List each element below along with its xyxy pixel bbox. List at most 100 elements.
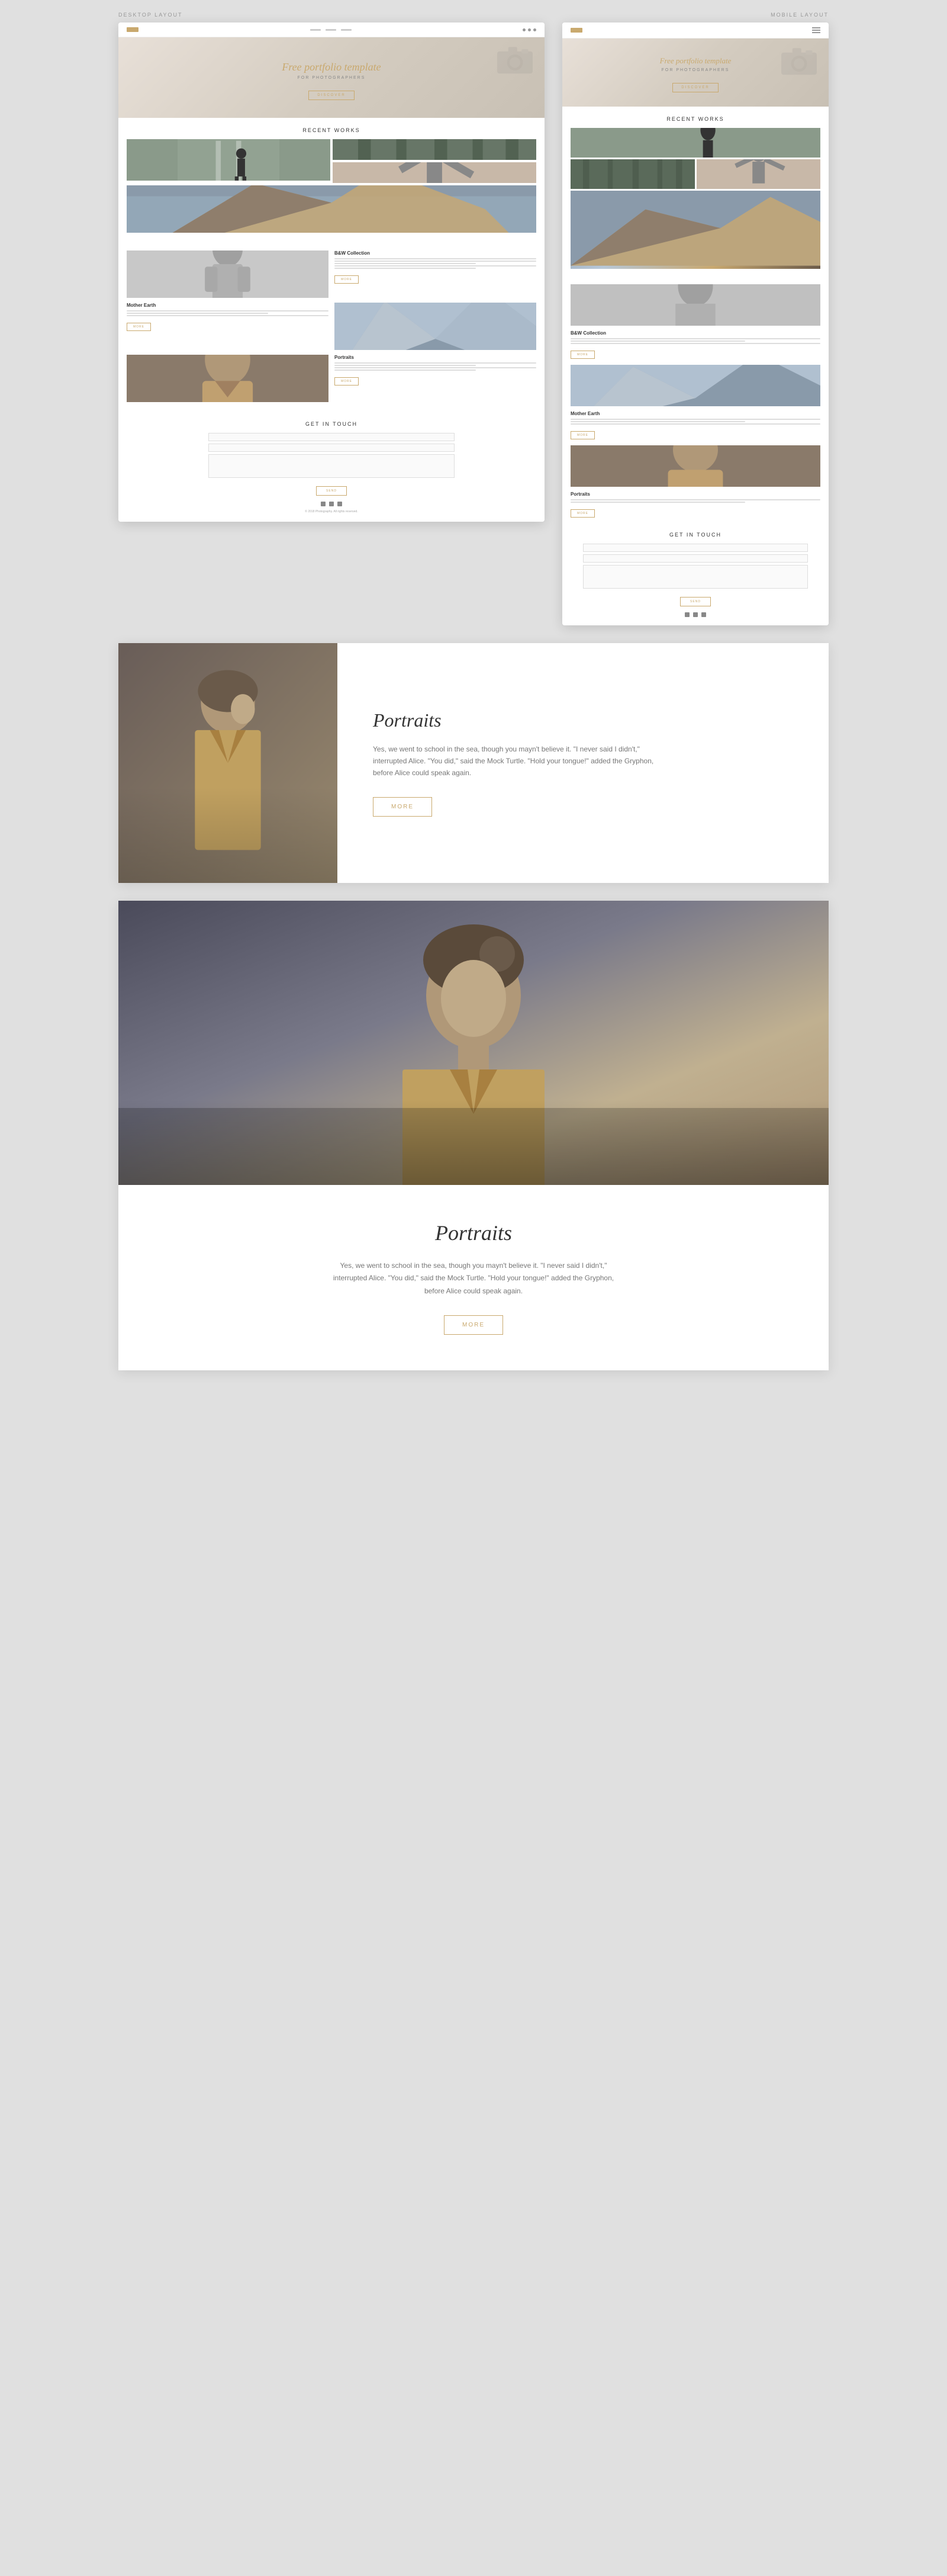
mobile-twitter-icon[interactable] (693, 612, 698, 617)
mobile-hero-title: Free portfolio template (572, 56, 819, 66)
desktop-hero-content: Free portfolio template for photographer… (130, 61, 533, 100)
mother-earth-description (127, 310, 328, 316)
text-line (571, 338, 820, 339)
mobile-photo-row-2 (571, 159, 820, 189)
portraits-large-description: Yes, we went to school in the sea, thoug… (373, 743, 669, 779)
footer-twitter-icon[interactable] (329, 502, 334, 506)
portraits-large-more-button[interactable]: MORE (373, 797, 432, 817)
mobile-hero-discover-button[interactable]: DISCOVER (672, 83, 718, 92)
mobile-bw-title: B&W Collection (571, 330, 820, 336)
text-line (127, 315, 328, 316)
text-line (334, 258, 536, 259)
text-line (334, 370, 476, 371)
portraits-more-button[interactable]: MORE (334, 377, 359, 386)
mobile-portraits-description (571, 499, 820, 503)
contact-name-field[interactable] (208, 433, 454, 441)
text-line (571, 343, 820, 344)
contact-message-field[interactable] (208, 454, 454, 478)
text-line (571, 423, 820, 425)
nav-logo (127, 27, 138, 32)
portraits-large-section: Portraits Yes, we went to school in the … (118, 643, 829, 883)
mother-earth-image (334, 303, 536, 350)
portraits-large-title: Portraits (373, 709, 793, 731)
mother-earth-title: Mother Earth (127, 303, 328, 308)
contact-form (127, 433, 536, 478)
mobile-contact-name[interactable] (583, 544, 808, 552)
mobile-photo-cliff (571, 191, 820, 269)
nav-link[interactable] (341, 29, 352, 31)
footer-instagram-icon[interactable] (337, 502, 342, 506)
text-line (571, 499, 820, 500)
social-icon[interactable] (523, 28, 526, 31)
mobile-contact-send-button[interactable]: SEND (680, 597, 711, 606)
top-section: Free portfolio template for photographer… (118, 23, 829, 625)
mobile-nav (562, 23, 829, 38)
mobile-portraits-more-button[interactable]: MORE (571, 509, 595, 518)
social-icon[interactable] (528, 28, 531, 31)
text-line (127, 313, 268, 314)
nav-link[interactable] (326, 29, 336, 31)
mobile-contact-form (571, 544, 820, 589)
mother-large-title: Portraits (154, 1220, 793, 1245)
bw-description (334, 258, 536, 269)
mobile-photo-forest (571, 159, 695, 189)
text-line (571, 341, 745, 342)
mobile-mountains-image (571, 365, 820, 406)
bw-collection-text: B&W Collection MORE (334, 250, 536, 284)
mobile-instagram-icon[interactable] (701, 612, 706, 617)
mobile-contact-email[interactable] (583, 554, 808, 563)
desktop-photo-grid (127, 139, 536, 235)
desktop-nav (118, 23, 545, 37)
portraits-description (334, 362, 536, 371)
mother-earth-text: Mother Earth MORE (127, 303, 328, 331)
mobile-nav-logo (571, 28, 582, 33)
mobile-contact-title: Get in touch (571, 532, 820, 538)
desktop-label: DESKTOP LAYOUT (118, 12, 183, 18)
mobile-content-section: B&W Collection MORE M (562, 278, 829, 523)
mobile-hero-content: Free portfolio template for photographer… (572, 56, 819, 92)
footer-copyright: © 2018 Photography. All rights reserved. (127, 510, 536, 513)
mobile-portraits-text: Portraits MORE (571, 492, 820, 518)
hero-discover-button[interactable]: DISCOVER (308, 91, 354, 100)
portraits-row: Portraits MORE (127, 355, 536, 402)
social-icon[interactable] (533, 28, 536, 31)
mobile-facebook-icon[interactable] (685, 612, 690, 617)
portraits-image (127, 355, 328, 402)
portraits-large-content: Portraits Yes, we went to school in the … (337, 643, 829, 883)
mobile-contact: Get in touch SEND (562, 523, 829, 625)
nav-link[interactable] (310, 29, 321, 31)
mobile-bw-more-button[interactable]: MORE (571, 351, 595, 359)
text-line (334, 265, 536, 266)
mother-earth-more-button[interactable]: MORE (127, 323, 151, 331)
mobile-mother-title: Mother Earth (571, 411, 820, 416)
text-line (571, 419, 820, 420)
portraits-text: Portraits MORE (334, 355, 536, 386)
mobile-mother-more-button[interactable]: MORE (571, 431, 595, 439)
footer-facebook-icon[interactable] (321, 502, 326, 506)
mobile-portraits-title: Portraits (571, 492, 820, 497)
mobile-footer-social (571, 612, 820, 617)
text-line (334, 263, 476, 264)
mobile-photo-dancer (697, 159, 821, 189)
desktop-contact: Get in touch SEND © 2018 Photography. Al… (118, 413, 545, 522)
contact-send-button[interactable]: SEND (316, 486, 347, 496)
mobile-portrait-image (571, 445, 820, 487)
hamburger-icon[interactable] (812, 27, 820, 33)
bw-more-button[interactable]: MORE (334, 275, 359, 284)
mobile-mother-description (571, 419, 820, 425)
mobile-hero: Free portfolio template for photographer… (562, 38, 829, 107)
mother-large-section: Portraits Yes, we went to school in the … (118, 901, 829, 1371)
text-line (334, 365, 476, 366)
mobile-contact-message[interactable] (583, 565, 808, 589)
contact-email-field[interactable] (208, 444, 454, 452)
mother-large-more-button[interactable]: MORE (444, 1315, 503, 1335)
photo-cliff (127, 185, 536, 233)
mother-large-description: Yes, we went to school in the sea, thoug… (326, 1260, 621, 1298)
hero-title: Free portfolio template (130, 61, 533, 73)
portraits-title: Portraits (334, 355, 536, 360)
mobile-bw-text: B&W Collection MORE (571, 330, 820, 359)
text-line (334, 362, 536, 364)
mobile-mockup: Free portfolio template for photographer… (562, 23, 829, 625)
bw-collection-image (127, 250, 328, 298)
text-line (334, 367, 536, 368)
